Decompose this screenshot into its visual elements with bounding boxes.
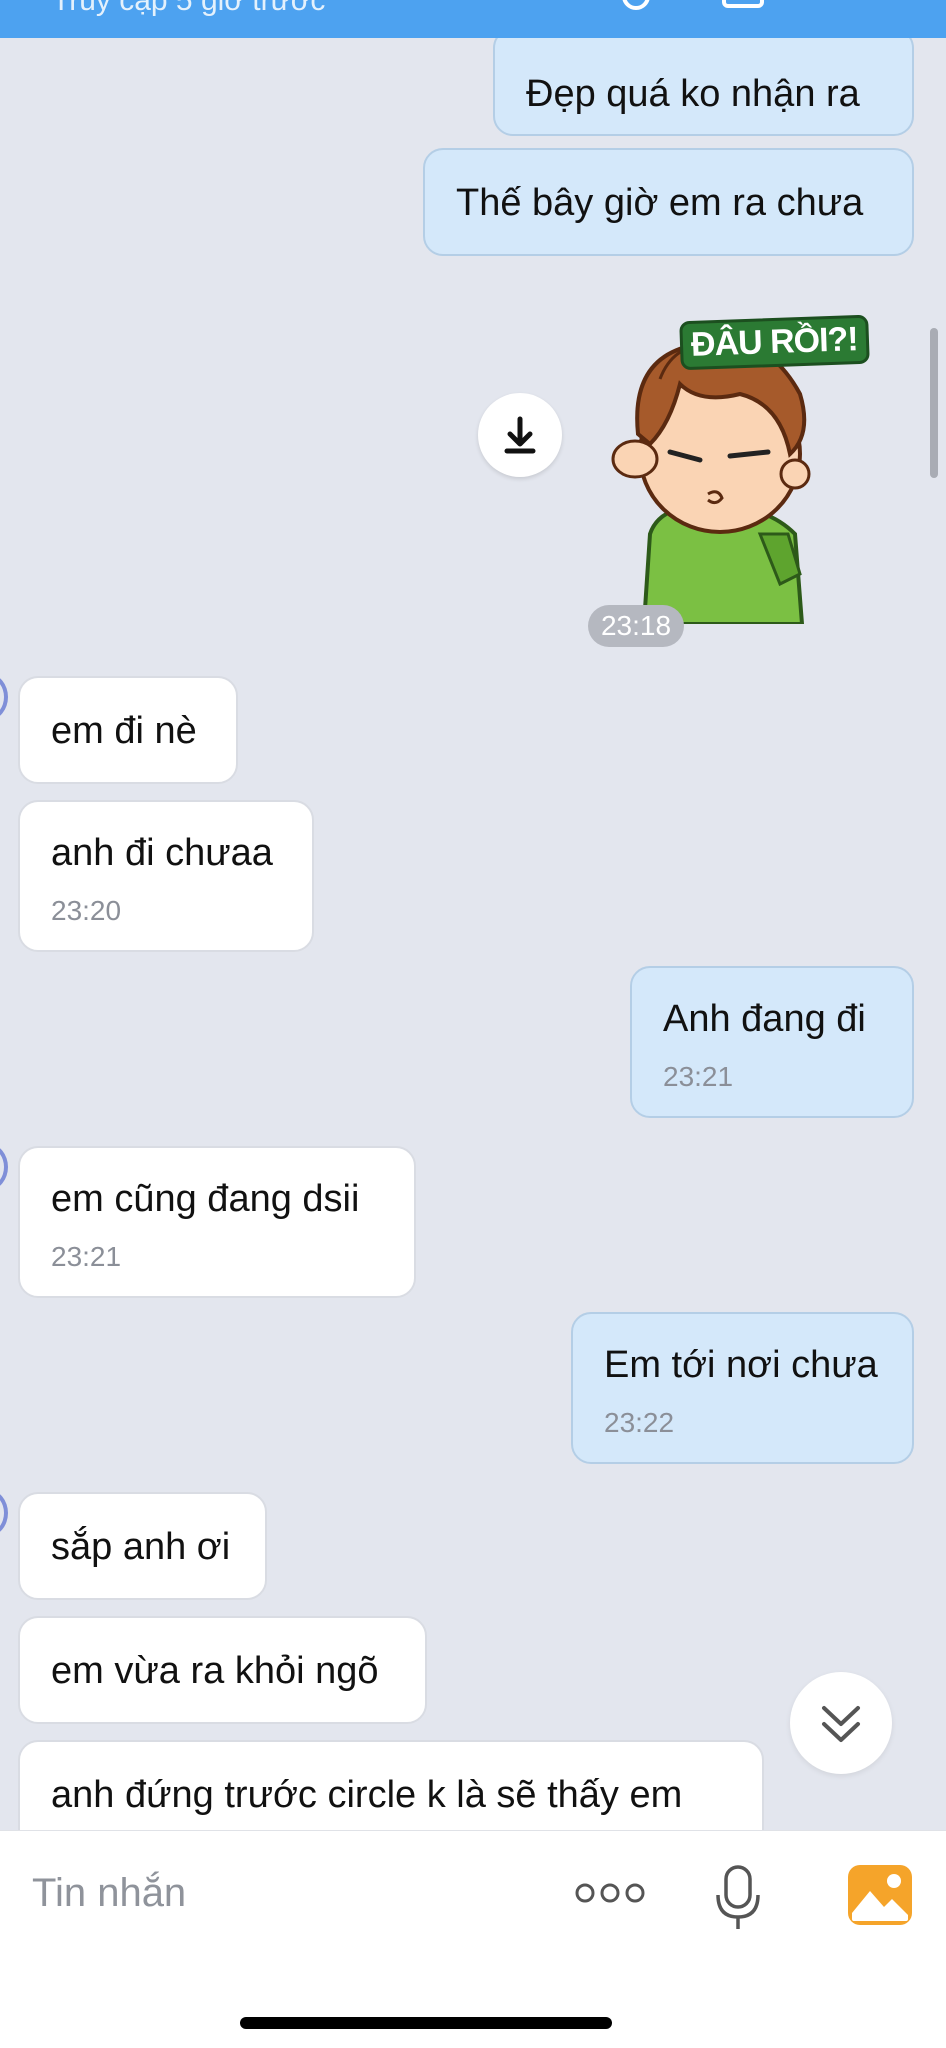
message-text: em đi nè bbox=[51, 710, 197, 752]
microphone-icon[interactable] bbox=[714, 1863, 762, 1931]
message-composer: Tin nhắn bbox=[0, 1830, 946, 2048]
sticker-caption: ĐÂU RỒI?! bbox=[679, 314, 870, 371]
message-input[interactable]: Tin nhắn bbox=[32, 1871, 186, 1916]
message-received[interactable]: em vừa ra khỏi ngõ bbox=[18, 1616, 427, 1724]
message-sent[interactable]: Thế bây giờ em ra chưa bbox=[423, 148, 914, 256]
message-received[interactable]: em cũng đang dsii 23:21 bbox=[18, 1146, 416, 1298]
chevron-double-down-icon bbox=[822, 1706, 860, 1742]
message-text: em vừa ra khỏi ngõ bbox=[51, 1650, 379, 1692]
call-icon[interactable] bbox=[622, 0, 650, 10]
message-received[interactable]: anh đi chưaa 23:20 bbox=[18, 800, 314, 952]
message-sent[interactable]: Anh đang đi 23:21 bbox=[630, 966, 914, 1118]
message-time: 23:21 bbox=[51, 1241, 122, 1272]
message-sent[interactable]: Em tới nơi chưa 23:22 bbox=[571, 1312, 914, 1464]
message-list[interactable]: Đẹp quá ko nhận ra Thế bây giờ em ra chư… bbox=[0, 38, 946, 1830]
message-time: 23:20 bbox=[51, 895, 122, 926]
scroll-to-bottom-button[interactable] bbox=[790, 1672, 892, 1774]
scrollbar-thumb[interactable] bbox=[930, 328, 938, 478]
video-call-icon[interactable] bbox=[722, 0, 764, 8]
home-indicator bbox=[240, 2017, 612, 2029]
message-sent[interactable]: Đẹp quá ko nhận ra bbox=[493, 38, 914, 136]
message-text: Đẹp quá ko nhận ra bbox=[526, 73, 860, 115]
avatar[interactable] bbox=[0, 1144, 8, 1190]
message-received[interactable]: anh đứng trước circle k là sẽ thấy em bbox=[18, 1740, 764, 1830]
avatar[interactable] bbox=[0, 1490, 8, 1536]
message-time: 23:22 bbox=[604, 1407, 675, 1438]
message-text: sắp anh ơi bbox=[51, 1526, 231, 1568]
message-text: Anh đang đi bbox=[663, 998, 866, 1040]
avatar[interactable] bbox=[0, 674, 8, 720]
message-text: em cũng đang dsii bbox=[51, 1178, 360, 1220]
message-received[interactable]: sắp anh ơi bbox=[18, 1492, 267, 1600]
download-button[interactable] bbox=[478, 393, 562, 477]
time-divider: 23:18 bbox=[588, 605, 684, 647]
message-text: Thế bây giờ em ra chưa bbox=[456, 182, 864, 224]
chat-header: Truy cập 5 giờ trước bbox=[0, 0, 946, 38]
message-text: anh đứng trước circle k là sẽ thấy em bbox=[51, 1774, 683, 1816]
last-seen-status: Truy cập 5 giờ trước bbox=[52, 0, 326, 17]
download-icon bbox=[504, 416, 536, 454]
image-icon[interactable] bbox=[846, 1863, 914, 1927]
message-text: anh đi chưaa bbox=[51, 832, 273, 874]
more-dots-icon[interactable] bbox=[574, 1881, 646, 1905]
message-time: 23:21 bbox=[663, 1061, 734, 1092]
message-received[interactable]: em đi nè bbox=[18, 676, 238, 784]
message-text: Em tới nơi chưa bbox=[604, 1344, 878, 1386]
